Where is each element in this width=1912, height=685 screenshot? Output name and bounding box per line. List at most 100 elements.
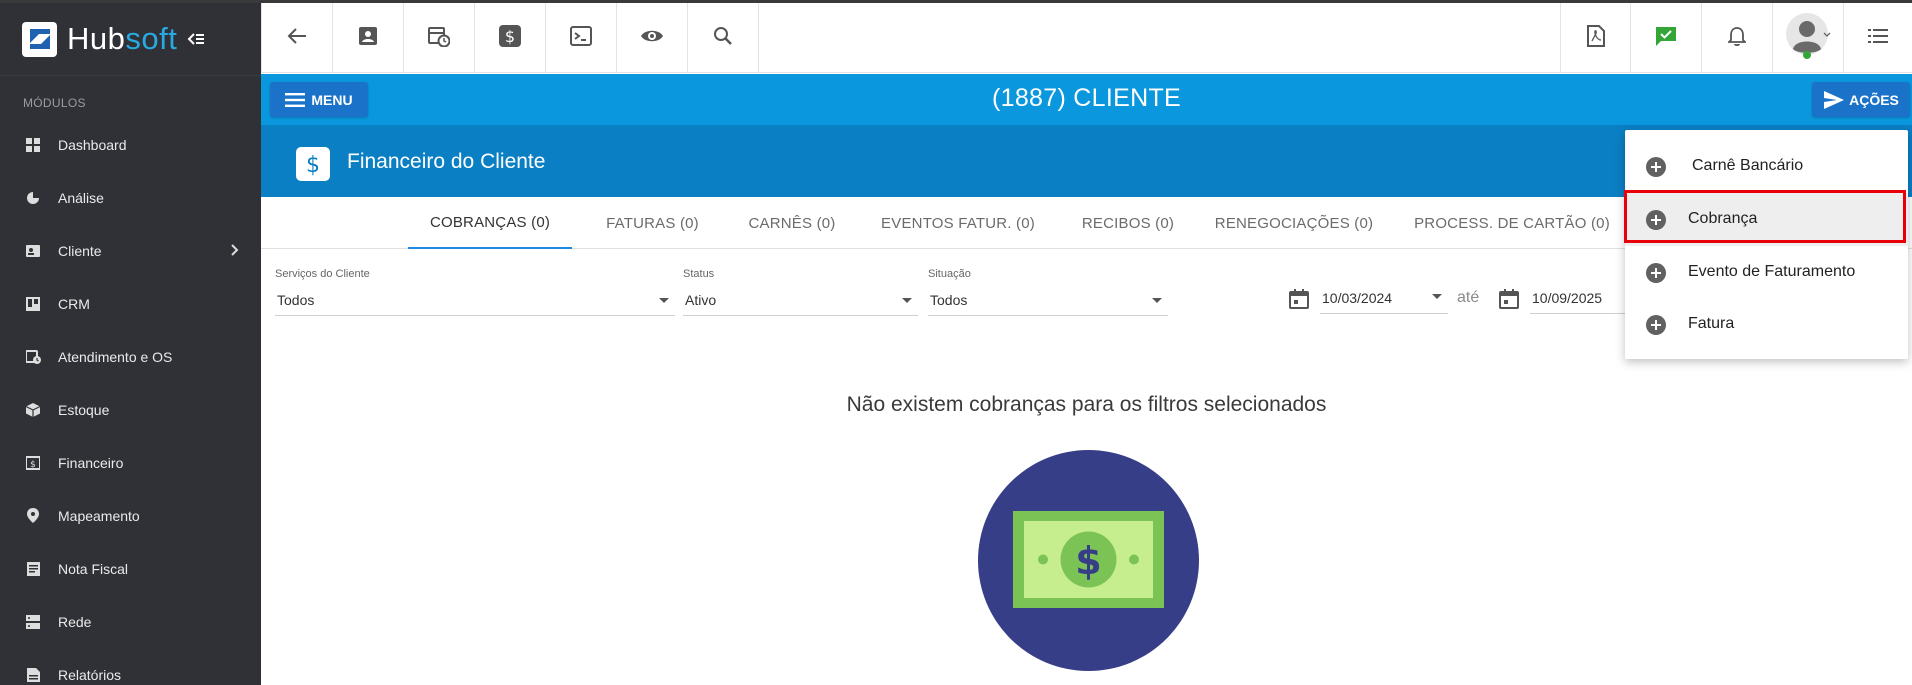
collapse-sidebar-icon[interactable]: [187, 31, 205, 47]
svg-text:$: $: [505, 27, 515, 46]
tab-process-cartao[interactable]: PROCESS. DE CARTÃO (0): [1395, 197, 1629, 249]
date-from-input[interactable]: 10/03/2024: [1320, 268, 1448, 318]
status-value: Ativo: [685, 292, 717, 308]
sidebar-section-label: MÓDULOS: [23, 96, 86, 110]
menu-item-label: Evento de Faturamento: [1688, 263, 1856, 280]
situacao-value: Todos: [930, 292, 968, 308]
pdf-button[interactable]: [1560, 3, 1631, 73]
date-to-input[interactable]: 10/09/2025: [1530, 268, 1630, 318]
sidebar-item-nota-fiscal[interactable]: Nota Fiscal: [0, 542, 261, 595]
tab-faturas[interactable]: FATURAS (0): [584, 197, 721, 249]
calendar-icon[interactable]: [1289, 289, 1309, 314]
sidebar-item-cliente[interactable]: Cliente: [0, 224, 261, 277]
sidebar-item-estoque[interactable]: Estoque: [0, 383, 261, 436]
box-icon: [25, 402, 41, 418]
status-label: Status: [683, 268, 715, 280]
menu-item-label: Cobrança: [1688, 210, 1758, 227]
terminal-icon: [570, 25, 592, 51]
user-menu-button[interactable]: [1773, 3, 1844, 73]
servicos-select[interactable]: Serviços do Cliente Todos: [275, 268, 675, 318]
sidebar-item-label: CRM: [58, 295, 90, 312]
tab-eventos-fatur[interactable]: EVENTOS FATUR. (0): [862, 197, 1054, 249]
dropdown-arrow-icon: [1152, 298, 1162, 303]
sidebar-item-crm[interactable]: CRM: [0, 277, 261, 330]
sidebar-item-dashboard[interactable]: Dashboard: [0, 118, 261, 171]
sidebar-item-label: Nota Fiscal: [58, 560, 129, 577]
situacao-select[interactable]: Situação Todos: [928, 268, 1168, 318]
dropdown-arrow-icon: [902, 298, 912, 303]
sidebar-item-financeiro[interactable]: $ Financeiro: [0, 436, 261, 489]
svg-text:$: $: [30, 460, 36, 470]
notifications-button[interactable]: [1702, 3, 1773, 73]
server-icon: [25, 614, 41, 630]
sidebar-item-label: Análise: [58, 189, 104, 206]
page-header-bar: (1887) CLIENTE MENU AÇÕES: [261, 74, 1912, 125]
actions-dropdown-menu: Carnê Bancário Cobrança Evento de Fatura…: [1625, 130, 1908, 359]
money-icon: $: [25, 455, 41, 471]
sidebar-item-mapeamento[interactable]: Mapeamento: [0, 489, 261, 542]
servicos-value: Todos: [277, 292, 315, 308]
menu-button[interactable]: MENU: [270, 82, 368, 117]
dropdown-arrow-icon: [1432, 294, 1442, 299]
list-icon: [1868, 28, 1888, 49]
pie-chart-icon: [25, 190, 41, 206]
chat-check-icon: [1655, 25, 1677, 52]
status-select[interactable]: Status Ativo: [683, 268, 918, 318]
sidebar-item-label: Cliente: [58, 242, 102, 259]
financeiro-button[interactable]: $: [475, 3, 546, 73]
add-circle-icon: [1646, 210, 1666, 230]
sidebar-item-relatorios[interactable]: Relatórios: [0, 648, 261, 685]
menu-item-carne-bancario[interactable]: Carnê Bancário: [1625, 140, 1908, 193]
sidebar: Hubsoft MÓDULOS Dashboard Análise Client…: [0, 3, 261, 685]
client-card-button[interactable]: [333, 3, 404, 73]
schedule-button[interactable]: [404, 3, 475, 73]
bell-icon: [1726, 26, 1748, 51]
tab-cobrancas[interactable]: COBRANÇAS (0): [408, 197, 572, 249]
sidebar-item-analise[interactable]: Análise: [0, 171, 261, 224]
dropdown-arrow-icon: [659, 298, 669, 303]
menu-item-fatura[interactable]: Fatura: [1625, 298, 1908, 351]
calendar-icon[interactable]: [1499, 289, 1519, 314]
sidebar-item-rede[interactable]: Rede: [0, 595, 261, 648]
brand[interactable]: Hubsoft: [0, 3, 261, 76]
tab-renegociacoes[interactable]: RENEGOCIAÇÕES (0): [1201, 197, 1387, 249]
hubsoft-logo-icon: [22, 21, 57, 57]
page-title: (1887) CLIENTE: [992, 84, 1181, 112]
section-title: Financeiro do Cliente: [347, 150, 546, 173]
sidebar-item-label: Rede: [58, 613, 92, 630]
menu-item-cobranca[interactable]: Cobrança: [1625, 193, 1908, 246]
brand-name: Hubsoft: [67, 21, 178, 56]
date-separator: até: [1457, 289, 1480, 306]
menu-item-evento-faturamento[interactable]: Evento de Faturamento: [1625, 246, 1908, 299]
crm-board-icon: [25, 296, 41, 312]
search-icon: [713, 26, 733, 51]
messages-button[interactable]: [1631, 3, 1702, 73]
add-circle-icon: [1646, 315, 1666, 335]
sidebar-item-label: Relatórios: [58, 666, 122, 683]
terminal-button[interactable]: [546, 3, 617, 73]
sidebar-item-label: Dashboard: [58, 136, 127, 153]
empty-state-message: Não existem cobranças para os filtros se…: [846, 393, 1327, 416]
tab-recibos[interactable]: RECIBOS (0): [1063, 197, 1193, 249]
add-circle-icon: [1646, 263, 1666, 283]
date-from-value: 10/03/2024: [1322, 290, 1393, 306]
map-pin-icon: [25, 508, 41, 524]
sidebar-item-label: Atendimento e OS: [58, 348, 173, 365]
actions-button[interactable]: AÇÕES: [1812, 82, 1910, 117]
search-button[interactable]: [688, 3, 759, 73]
svg-text:$: $: [306, 153, 320, 177]
contact-card-icon: [358, 26, 378, 51]
add-circle-icon: [1646, 157, 1666, 177]
money-bill-icon: $: [978, 450, 1199, 671]
dollar-icon: $: [499, 24, 521, 52]
document-icon: [25, 561, 41, 577]
menu-button-label: MENU: [311, 91, 353, 108]
contact-card-icon: [25, 243, 41, 259]
sidebar-item-atendimento[interactable]: Atendimento e OS: [0, 330, 261, 383]
tab-carnes[interactable]: CARNÊS (0): [732, 197, 852, 249]
back-button[interactable]: [261, 3, 333, 73]
send-icon: [1824, 90, 1845, 109]
situacao-label: Situação: [928, 268, 971, 280]
list-menu-button[interactable]: [1844, 3, 1912, 73]
view-button[interactable]: [617, 3, 688, 73]
